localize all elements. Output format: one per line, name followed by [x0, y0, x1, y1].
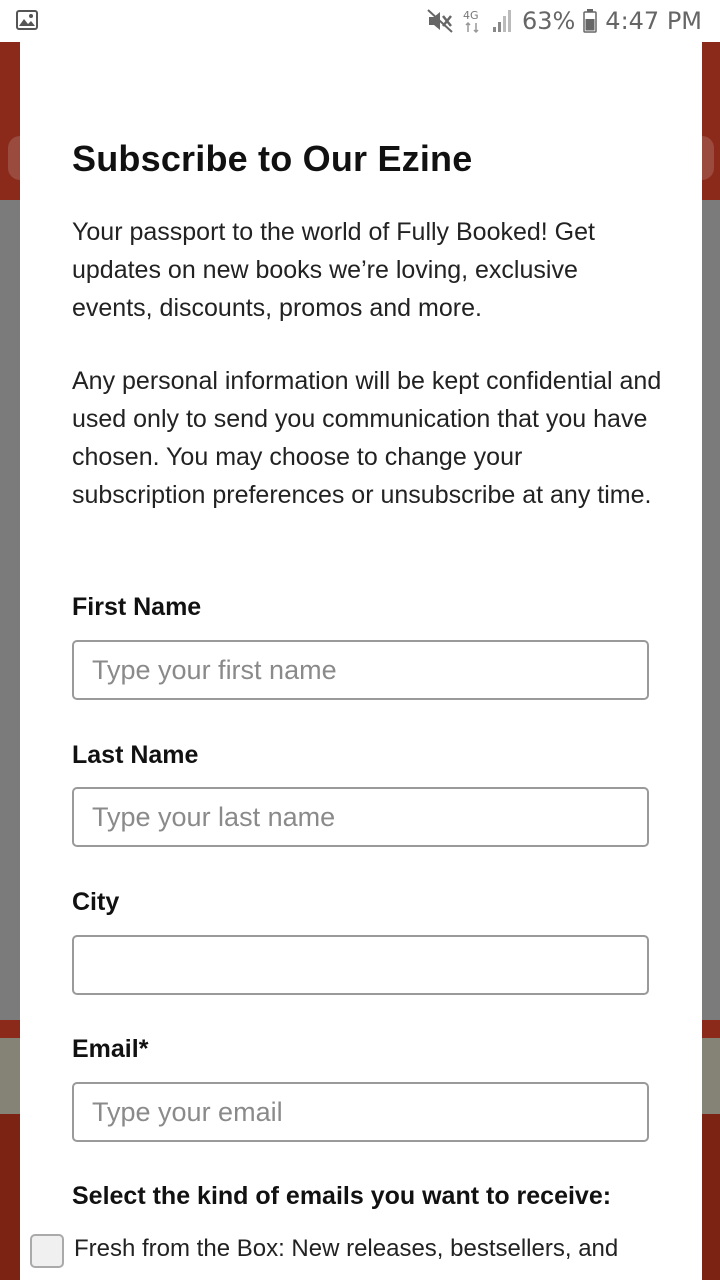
last-name-input[interactable] [72, 787, 649, 847]
battery-icon [583, 9, 598, 33]
gallery-icon [16, 10, 38, 30]
subscribe-modal: Subscribe to Our Ezine Your passport to … [20, 42, 702, 1280]
fresh-from-the-box-checkbox[interactable] [30, 1234, 64, 1268]
city-input[interactable] [72, 935, 649, 995]
email-types-heading: Select the kind of emails you want to re… [72, 1182, 612, 1210]
battery-percent: 63% [521, 7, 576, 35]
first-name-label: First Name [72, 593, 202, 621]
email-option-fresh-from-the-box[interactable]: Fresh from the Box: New releases, bestse… [30, 1232, 634, 1268]
status-right: 4G 63% 4:47 PM [426, 6, 702, 36]
status-bar: 4G 63% 4:47 PM [0, 0, 720, 42]
first-name-input[interactable] [72, 640, 649, 700]
privacy-text: Any personal information will be kept co… [72, 367, 662, 509]
email-input[interactable] [72, 1082, 649, 1142]
network-label: 4G [463, 9, 479, 22]
modal-title: Subscribe to Our Ezine [72, 138, 473, 179]
network-4g-icon: 4G [463, 9, 479, 34]
mute-icon [427, 9, 453, 33]
email-label: Email* [72, 1035, 149, 1063]
intro-text: Your passport to the world of Fully Book… [72, 218, 595, 322]
city-label: City [72, 888, 120, 916]
fresh-from-the-box-label: Fresh from the Box: New releases, bestse… [74, 1235, 619, 1262]
last-name-label: Last Name [72, 741, 199, 769]
clock: 4:47 PM [605, 7, 702, 35]
signal-icon [492, 10, 511, 32]
